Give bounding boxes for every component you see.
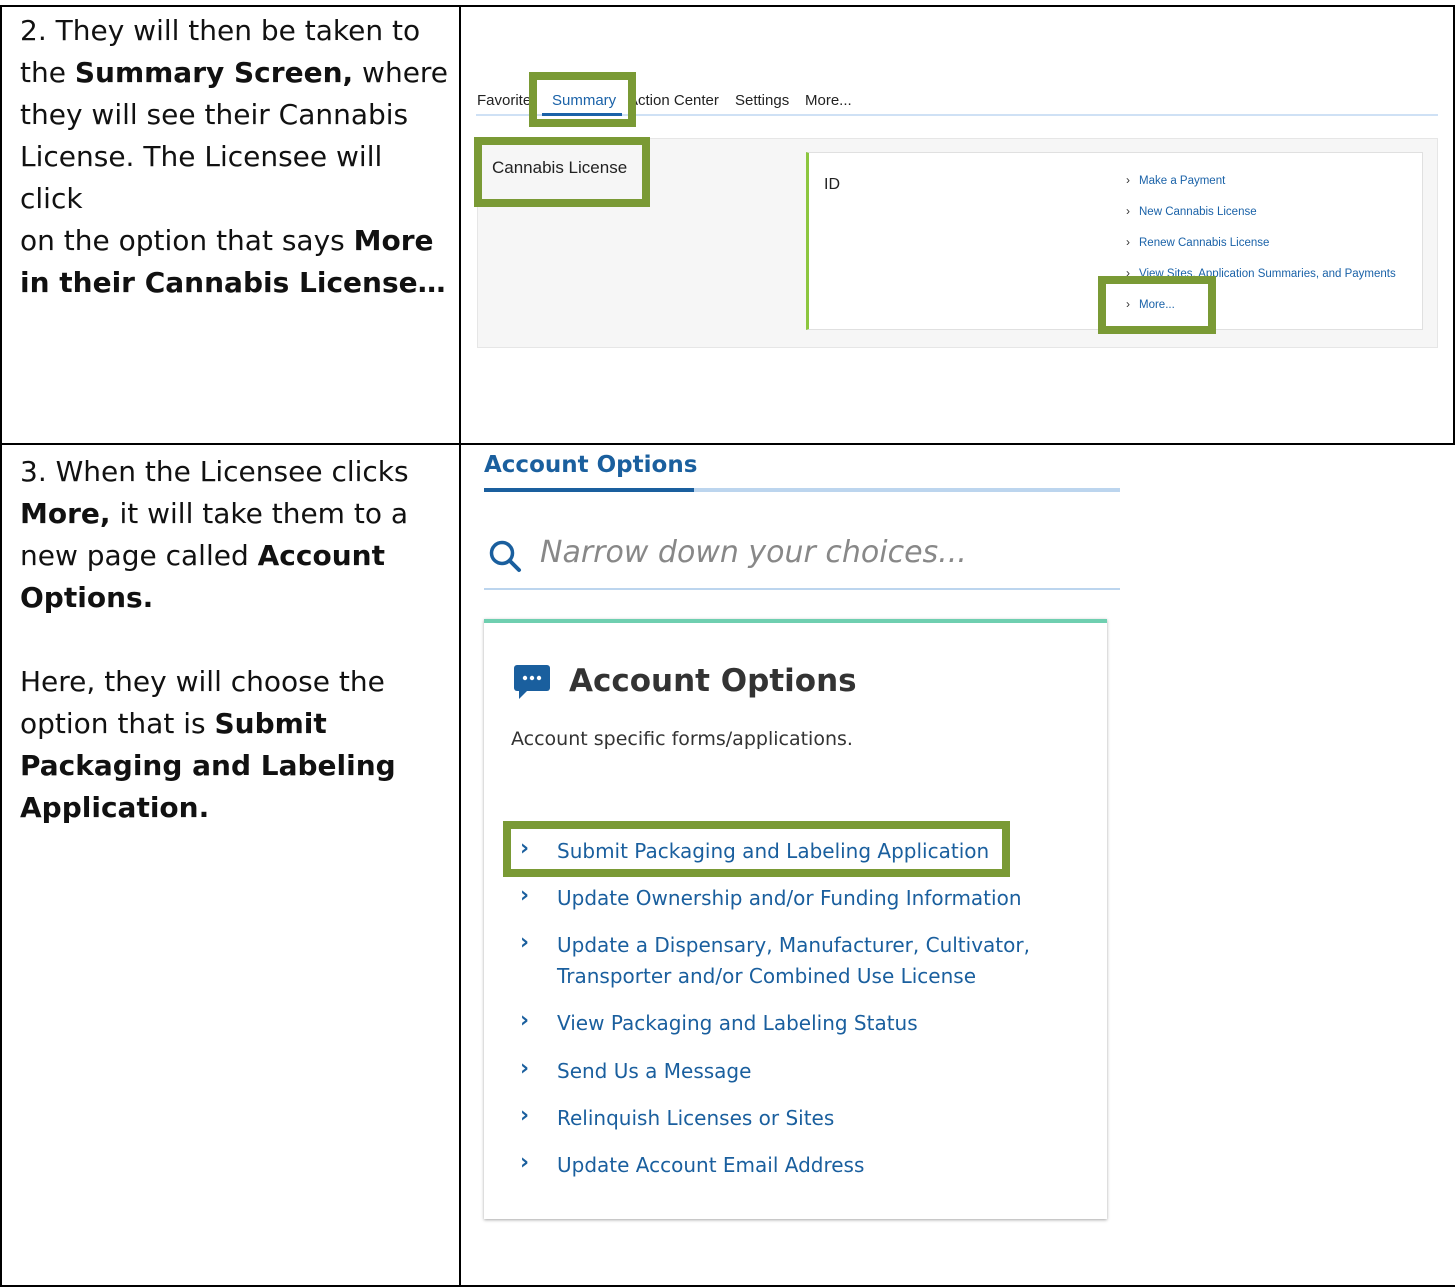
highlight-more-link	[1098, 276, 1216, 334]
chevron-right-icon: ›	[1126, 235, 1130, 249]
search-underline	[484, 588, 1120, 590]
tab-settings[interactable]: Settings	[735, 92, 789, 109]
chevron-right-icon: ›	[520, 930, 530, 955]
chevron-right-icon: ›	[520, 1056, 530, 1081]
link-update-email[interactable]: Update Account Email Address	[557, 1150, 864, 1181]
table-left-border	[0, 5, 2, 1287]
tab-active-underline	[484, 488, 694, 492]
tab-account-options[interactable]: Account Options	[484, 452, 697, 478]
tab-action-center[interactable]: Action Center	[628, 92, 719, 109]
link-relinquish[interactable]: Relinquish Licenses or Sites	[557, 1103, 834, 1134]
table-row-divider	[0, 443, 1455, 445]
chevron-right-icon: ›	[1126, 204, 1130, 218]
step2-instructions: 2. They will then be taken to the Summar…	[20, 14, 449, 299]
link-update-dispensary[interactable]: Update a Dispensary, Manufacturer, Culti…	[557, 930, 1030, 992]
chevron-right-icon: ›	[520, 1103, 530, 1128]
tab-favorite[interactable]: Favorite	[477, 92, 531, 109]
highlight-cannabis-license	[474, 137, 650, 207]
link-renew-cannabis-license[interactable]: › Renew Cannabis License	[1126, 235, 1269, 249]
link-make-payment[interactable]: › Make a Payment	[1126, 173, 1225, 187]
chevron-right-icon: ›	[520, 883, 530, 908]
link-view-packaging-status[interactable]: View Packaging and Labeling Status	[557, 1008, 918, 1039]
link-new-cannabis-license[interactable]: › New Cannabis License	[1126, 204, 1257, 218]
account-options-subtitle: Account specific forms/applications.	[511, 728, 853, 750]
highlight-submit-packaging	[503, 821, 1010, 877]
account-options-title: Account Options	[569, 663, 857, 699]
highlight-summary-tab	[529, 72, 636, 127]
search-input[interactable]: Narrow down your choices...	[540, 535, 967, 570]
chat-bubble-icon	[514, 665, 550, 699]
table-column-divider	[459, 5, 461, 1287]
link-send-message[interactable]: Send Us a Message	[557, 1056, 751, 1087]
step3-instructions: 3. When the Licensee clicks More, it wil…	[20, 455, 409, 824]
license-id-label: ID	[824, 176, 840, 193]
link-update-ownership[interactable]: Update Ownership and/or Funding Informat…	[557, 883, 1022, 914]
chevron-right-icon: ›	[520, 1008, 530, 1033]
search-icon	[489, 540, 521, 572]
tab-more[interactable]: More...	[805, 92, 852, 109]
chevron-right-icon: ›	[520, 1150, 530, 1175]
table-top-border	[0, 5, 1455, 7]
chevron-right-icon: ›	[1126, 173, 1130, 187]
